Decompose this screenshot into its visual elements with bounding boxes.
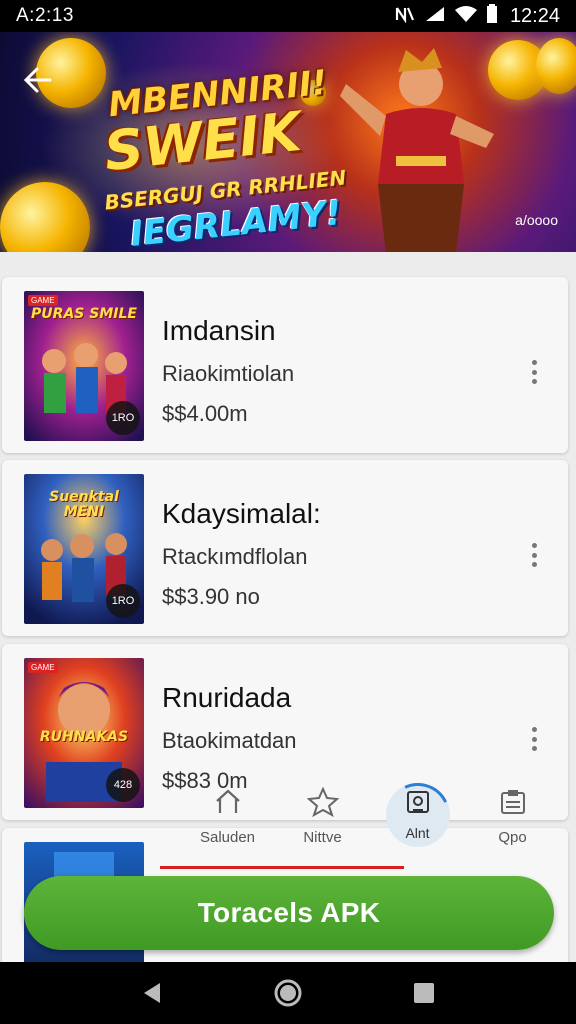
red-divider bbox=[160, 866, 404, 869]
clipboard-icon bbox=[496, 785, 530, 819]
back-button[interactable] bbox=[18, 60, 58, 100]
recents-nav-button[interactable] bbox=[404, 973, 444, 1013]
app-card[interactable]: Suenktal MENI 1RO Kdaysimalal: Rtackımdf… bbox=[2, 460, 568, 636]
arrow-left-icon bbox=[23, 67, 52, 93]
nav-label: Nittve bbox=[303, 828, 342, 846]
back-nav-button[interactable] bbox=[132, 973, 172, 1013]
app-thumbnail: Suenktal MENI 1RO bbox=[24, 474, 144, 624]
nav-label: Qpo bbox=[498, 828, 527, 846]
more-options-icon[interactable] bbox=[524, 357, 544, 387]
hero-character-image bbox=[340, 48, 494, 252]
thumb-count: 1RO bbox=[106, 584, 140, 618]
triangle-back-icon bbox=[144, 983, 160, 1003]
home-icon bbox=[211, 785, 245, 819]
thumb-count: 428 bbox=[106, 768, 140, 802]
signal-icon bbox=[424, 5, 446, 28]
home-nav-button[interactable] bbox=[268, 973, 308, 1013]
floating-nav: Saluden Nittve Alnt Qpo bbox=[180, 770, 560, 860]
thumb-title: Suenktal MENI bbox=[49, 489, 119, 520]
app-icon bbox=[405, 789, 431, 819]
status-icons: 12:24 bbox=[394, 3, 560, 29]
app-thumbnail: GAME PURAS SMILE 1RO bbox=[24, 291, 144, 441]
nav-label: Saluden bbox=[199, 828, 256, 846]
square-recents-icon bbox=[414, 983, 434, 1003]
app-thumbnail: GAME RUHNAKAS 428 bbox=[24, 658, 144, 808]
system-nav-bar bbox=[0, 962, 576, 1024]
status-bar: A:2:13 12:24 bbox=[0, 0, 576, 32]
nav-item-apps[interactable]: Alnt bbox=[378, 783, 458, 847]
circle-home-icon bbox=[274, 979, 302, 1007]
thumb-count: 1RO bbox=[106, 401, 140, 435]
more-options-icon[interactable] bbox=[524, 540, 544, 570]
battery-icon bbox=[486, 3, 498, 29]
app-card[interactable]: GAME PURAS SMILE 1RO Imdansin Riaokimtio… bbox=[2, 277, 568, 453]
app-name: Kdaysimalal: bbox=[162, 498, 321, 529]
app-developer: Riaokimtiolan bbox=[162, 361, 295, 386]
nav-item-home[interactable]: Saluden bbox=[188, 785, 268, 846]
status-left-text: A:2:13 bbox=[16, 5, 74, 26]
app-price: $$3.90 no bbox=[162, 584, 260, 609]
more-options-icon[interactable] bbox=[524, 724, 544, 754]
star-icon bbox=[306, 785, 340, 819]
app-developer: Rtackımdflolan bbox=[162, 544, 308, 569]
nav-item-list[interactable]: Qpo bbox=[473, 785, 553, 846]
app-developer: Btaokimatdan bbox=[162, 728, 297, 753]
app-price: $$4.00m bbox=[162, 401, 248, 426]
nav-item-favorites[interactable]: Nittve bbox=[283, 785, 363, 846]
app-name: Imdansin bbox=[162, 315, 276, 346]
active-indicator: Alnt bbox=[385, 783, 450, 847]
nav-label: Alnt bbox=[405, 825, 430, 841]
status-clock: 12:24 bbox=[509, 4, 560, 27]
nfc-icon bbox=[394, 5, 416, 28]
hero-banner: MBENNIRII! SWEIK BSERGUJ GR RRHLIEN IEGR… bbox=[0, 32, 576, 252]
download-apk-button[interactable]: Toracels APK bbox=[24, 876, 554, 950]
wifi-icon bbox=[454, 5, 478, 28]
thumb-title: RUHNAKAS bbox=[39, 729, 129, 745]
thumb-badge: GAME bbox=[28, 295, 58, 306]
thumb-badge: GAME bbox=[28, 662, 58, 673]
app-name: Rnuridada bbox=[162, 682, 292, 713]
thumb-title: PURAS SMILE bbox=[31, 306, 137, 322]
coin-decoration bbox=[536, 38, 576, 94]
banner-corner-text: a/oooo bbox=[515, 212, 558, 228]
